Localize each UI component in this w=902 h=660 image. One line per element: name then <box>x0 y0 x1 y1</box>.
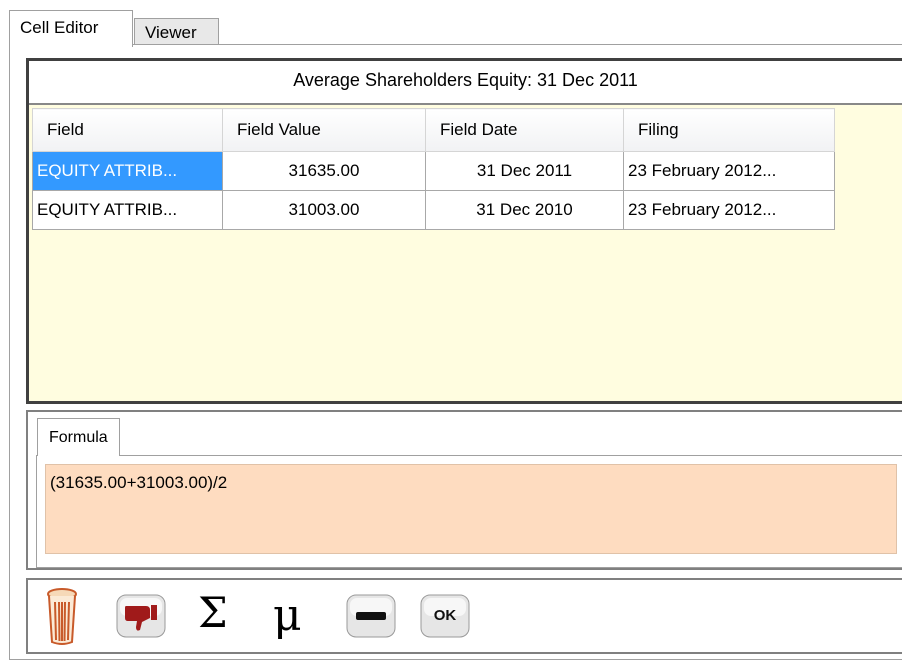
formula-field[interactable]: (31635.00+31003.00)/2 <box>45 464 897 554</box>
formula-page: (31635.00+31003.00)/2 <box>36 455 902 568</box>
tab-formula[interactable]: Formula <box>37 418 120 456</box>
mean-button[interactable]: μ <box>273 594 302 638</box>
cell-field-date[interactable]: 31 Dec 2011 <box>425 151 624 191</box>
mu-icon: μ <box>273 590 302 641</box>
sum-button[interactable]: Σ <box>198 592 228 634</box>
cell-filing[interactable]: 23 February 2012... <box>623 190 835 230</box>
tab-cell-editor[interactable]: Cell Editor <box>9 10 133 47</box>
column-header-field[interactable]: Field <box>32 108 223 152</box>
minus-icon <box>346 594 396 638</box>
ok-label: OK <box>433 607 457 624</box>
column-header-filing[interactable]: Filing <box>623 108 835 152</box>
cell-caption: Average Shareholders Equity: 31 Dec 2011 <box>29 61 902 105</box>
sum-icon: Σ <box>198 588 228 637</box>
column-header-field-value[interactable]: Field Value <box>222 108 426 152</box>
formula-panel: Formula (31635.00+31003.00)/2 <box>26 410 902 570</box>
cell-field[interactable]: EQUITY ATTRIB... <box>32 151 223 191</box>
grid-header-row: Field Field Value Field Date Filing <box>32 108 835 152</box>
column-header-field-date[interactable]: Field Date <box>425 108 624 152</box>
cell-filing[interactable]: 23 February 2012... <box>623 151 835 191</box>
thumbs-down-icon <box>116 594 166 638</box>
ok-button[interactable]: OK <box>420 594 470 638</box>
cell-field[interactable]: EQUITY ATTRIB... <box>32 190 223 230</box>
tab-viewer[interactable]: Viewer <box>134 18 219 46</box>
subtract-button[interactable] <box>346 594 396 643</box>
reject-button[interactable] <box>116 594 166 643</box>
cell-field-value[interactable]: 31003.00 <box>222 190 426 230</box>
table-row[interactable]: EQUITY ATTRIB... 31003.00 31 Dec 2010 23… <box>32 190 835 230</box>
action-toolbar: Σ μ OK <box>26 578 902 654</box>
trash-button[interactable] <box>46 588 78 651</box>
table-row[interactable]: EQUITY ATTRIB... 31635.00 31 Dec 2011 23… <box>32 151 835 191</box>
cell-field-value[interactable]: 31635.00 <box>222 151 426 191</box>
trash-icon <box>47 588 77 645</box>
fields-panel: Average Shareholders Equity: 31 Dec 2011… <box>26 58 902 404</box>
cell-field-date[interactable]: 31 Dec 2010 <box>425 190 624 230</box>
fields-grid: Field Field Value Field Date Filing EQUI… <box>32 108 835 230</box>
